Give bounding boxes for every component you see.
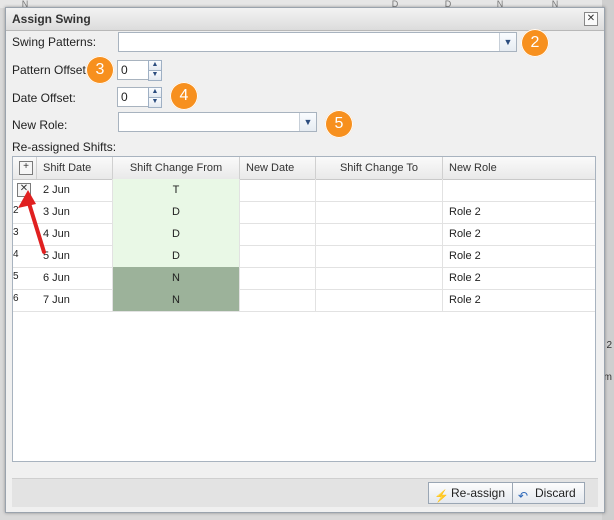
shift-to-cell[interactable] bbox=[316, 223, 443, 245]
new-date-cell[interactable] bbox=[240, 267, 316, 289]
new-date-cell[interactable] bbox=[240, 201, 316, 223]
chevron-down-icon[interactable]: ▼ bbox=[499, 33, 516, 51]
decrement-icon[interactable]: ▼ bbox=[148, 70, 162, 81]
column-header-shift-date[interactable]: Shift Date bbox=[37, 157, 113, 179]
annotation-arrow bbox=[18, 190, 46, 254]
callout-badge: 2 bbox=[521, 29, 549, 57]
shift-from-cell: N bbox=[113, 289, 240, 311]
date-offset-value: 0 bbox=[121, 90, 128, 104]
close-icon[interactable]: ✕ bbox=[584, 12, 598, 26]
swing-patterns-select[interactable]: ▼ bbox=[118, 32, 517, 52]
table-row[interactable]: 6 7 Jun N Role 2 bbox=[13, 289, 595, 312]
shift-to-cell[interactable] bbox=[316, 267, 443, 289]
column-header-new-date[interactable]: New Date bbox=[240, 157, 316, 179]
reassign-button[interactable]: ⚡ Re-assign bbox=[428, 482, 515, 504]
new-role-select[interactable]: ▼ bbox=[118, 112, 317, 132]
table-row[interactable]: ✕ 2 Jun T bbox=[13, 179, 595, 202]
callout-badge: 3 bbox=[86, 56, 114, 84]
shift-to-cell[interactable] bbox=[316, 289, 443, 311]
column-header-shift-change-to[interactable]: Shift Change To bbox=[316, 157, 443, 179]
table-row[interactable]: 4 5 Jun D Role 2 bbox=[13, 245, 595, 268]
column-header-new-role[interactable]: New Role bbox=[443, 157, 595, 179]
plus-icon[interactable]: + bbox=[19, 161, 33, 175]
new-date-cell[interactable] bbox=[240, 223, 316, 245]
shift-from-cell: T bbox=[113, 179, 240, 201]
grid-header: + Shift Date Shift Change From New Date … bbox=[13, 157, 595, 180]
pattern-offset-label: Pattern Offset bbox=[12, 63, 86, 77]
table-row[interactable]: 2 3 Jun D Role 2 bbox=[13, 201, 595, 224]
shift-date-cell: 7 Jun bbox=[37, 289, 113, 311]
shift-from-cell: D bbox=[113, 223, 240, 245]
row-number: 6 bbox=[13, 293, 19, 304]
background-fragment: 2 bbox=[606, 340, 612, 351]
date-offset-label: Date Offset: bbox=[12, 91, 76, 105]
reassign-button-label: Re-assign bbox=[451, 486, 506, 500]
table-row[interactable]: 3 4 Jun D Role 2 bbox=[13, 223, 595, 246]
dialog-titlebar[interactable]: Assign Swing ✕ bbox=[6, 8, 604, 31]
dialog-title: Assign Swing bbox=[12, 12, 91, 26]
new-role-label: New Role: bbox=[12, 118, 68, 132]
reassigned-shifts-grid: + Shift Date Shift Change From New Date … bbox=[12, 156, 596, 462]
row-number: 5 bbox=[13, 271, 19, 282]
undo-icon: ↶ bbox=[518, 489, 529, 503]
lightning-icon: ⚡ bbox=[434, 489, 449, 503]
table-row[interactable]: 5 6 Jun N Role 2 bbox=[13, 267, 595, 290]
shift-date-cell: 6 Jun bbox=[37, 267, 113, 289]
discard-button[interactable]: ↶ Discard bbox=[512, 482, 585, 504]
shift-to-cell[interactable] bbox=[316, 179, 443, 201]
shift-from-cell: D bbox=[113, 201, 240, 223]
new-role-cell[interactable]: Role 2 bbox=[443, 201, 595, 223]
column-header-shift-change-from[interactable]: Shift Change From bbox=[113, 157, 240, 179]
expand-all-column[interactable]: + bbox=[13, 157, 37, 179]
assign-swing-dialog: Assign Swing ✕ Swing Patterns: ▼ Pattern… bbox=[5, 7, 605, 513]
dialog-footer: ⚡ Re-assign ↶ Discard bbox=[12, 478, 598, 507]
pattern-offset-value: 0 bbox=[121, 63, 128, 77]
discard-button-label: Discard bbox=[535, 486, 576, 500]
new-role-cell[interactable]: Role 2 bbox=[443, 223, 595, 245]
pattern-offset-stepper[interactable]: 0 ▲ ▼ bbox=[117, 60, 162, 81]
new-role-cell[interactable] bbox=[443, 179, 595, 201]
callout-badge: 5 bbox=[325, 110, 353, 138]
swing-patterns-label: Swing Patterns: bbox=[12, 35, 97, 49]
reassigned-shifts-label: Re-assigned Shifts: bbox=[12, 140, 117, 154]
decrement-icon[interactable]: ▼ bbox=[148, 97, 162, 108]
new-date-cell[interactable] bbox=[240, 245, 316, 267]
new-date-cell[interactable] bbox=[240, 289, 316, 311]
shift-from-cell: N bbox=[113, 267, 240, 289]
new-role-cell[interactable]: Role 2 bbox=[443, 267, 595, 289]
new-role-cell[interactable]: Role 2 bbox=[443, 289, 595, 311]
shift-to-cell[interactable] bbox=[316, 245, 443, 267]
date-offset-stepper[interactable]: 0 ▲ ▼ bbox=[117, 87, 162, 108]
chevron-down-icon[interactable]: ▼ bbox=[299, 113, 316, 131]
shift-to-cell[interactable] bbox=[316, 201, 443, 223]
callout-badge: 4 bbox=[170, 82, 198, 110]
new-date-cell[interactable] bbox=[240, 179, 316, 201]
shift-from-cell: D bbox=[113, 245, 240, 267]
new-role-cell[interactable]: Role 2 bbox=[443, 245, 595, 267]
